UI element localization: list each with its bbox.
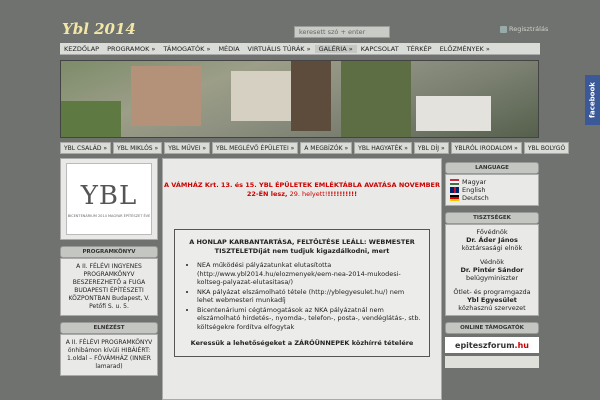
nav-history[interactable]: ELŐZMÉNYEK » <box>436 45 494 53</box>
ybl-nav: YBL CSALÁD » YBL MIKLÓS » YBL MŰVEI » YB… <box>60 142 570 154</box>
ef-logo-suffix: .hu <box>514 340 529 350</box>
patron-desc: közhasznú szervezet <box>458 304 526 312</box>
nav-virtual-tours[interactable]: VIRTUÁLIS TÚRÁK » <box>244 45 315 53</box>
nav-ybl-buildings[interactable]: YBL MEGLÉVŐ ÉPÜLETEI » <box>212 142 299 154</box>
header-banner-image <box>60 60 539 138</box>
supporters-heading: ONLINE TÁMOGATÓK <box>445 322 539 334</box>
nav-media[interactable]: MÉDIA <box>214 45 243 53</box>
nav-commissioners[interactable]: A MEGBÍZÓK » <box>300 142 353 154</box>
register-link[interactable]: Regisztrálás <box>500 25 548 33</box>
uk-flag-icon <box>450 187 459 193</box>
facebook-tab[interactable]: facebook <box>585 75 600 125</box>
epiteszforum-logo[interactable]: epiteszforum .hu <box>445 337 539 353</box>
nav-map[interactable]: TÉRKÉP <box>403 45 436 53</box>
nav-gallery[interactable]: GALÉRIA » <box>314 44 357 53</box>
lang-hungarian[interactable]: Magyar <box>450 178 534 186</box>
patron-desc: belügyminiszter <box>465 274 519 282</box>
patron-role: Fővédnök <box>476 228 508 236</box>
notice-date: 29. helyett! <box>287 190 328 198</box>
nav-ybl-miklos[interactable]: YBL MIKLÓS » <box>113 142 163 154</box>
nav-ybl-works[interactable]: YBL MŰVEI » <box>164 142 211 154</box>
list-item: Bicentenáriumi cégtámogatások az NKA pál… <box>197 306 421 332</box>
register-label: Regisztrálás <box>509 25 549 33</box>
logo-box: YBL BICENTENÁRIUM 2014 MAGYAR ÉPÍTÉSZET … <box>60 158 158 240</box>
maintenance-footer: Keressük a lehetőségeket a ZÁRÓÜNNEPEK k… <box>190 339 414 347</box>
search-input[interactable]: keresett szó + enter <box>294 26 390 38</box>
program-book-text: A II. FÉLÉVI INGYENES PROGRAMKÖNYV BESZE… <box>60 258 158 316</box>
maintenance-title: A HONLAP KARBANTARTÁSA, FELTÖLTÉSE LEÁLL… <box>189 238 415 255</box>
logo-mark: YBL <box>80 180 138 211</box>
patron-name: Ybl Egyesület <box>467 296 517 304</box>
ybl-logo[interactable]: YBL BICENTENÁRIUM 2014 MAGYAR ÉPÍTÉSZET … <box>66 163 152 235</box>
lang-label: English <box>462 186 486 194</box>
germany-flag-icon <box>450 195 459 201</box>
nav-ybl-family[interactable]: YBL CSALÁD » <box>60 142 112 154</box>
nav-ybl-prize[interactable]: YBL DÍJ » <box>413 142 449 154</box>
hungary-flag-icon <box>450 179 459 185</box>
list-item: NEA működési pályázatunkat elutasította … <box>197 261 421 287</box>
left-sidebar: YBL BICENTENÁRIUM 2014 MAGYAR ÉPÍTÉSZET … <box>60 158 158 376</box>
maintenance-box: A HONLAP KARBANTARTÁSA, FELTÖLTÉSE LEÁLL… <box>174 229 430 357</box>
notice-exclaim: !!!!!!!!!! <box>327 190 358 198</box>
patrons-list: Fővédnök Dr. Áder János köztársasági eln… <box>445 224 539 316</box>
logo-subtitle: BICENTENÁRIUM 2014 MAGYAR ÉPÍTÉSZET ÉVE <box>67 213 151 218</box>
lang-english[interactable]: English <box>450 186 534 194</box>
nav-programs[interactable]: PROGRAMOK » <box>103 45 159 53</box>
maintenance-list: NEA működési pályázatunkat elutasította … <box>197 261 421 331</box>
nav-contact[interactable]: KAPCSOLAT <box>357 45 403 53</box>
patrons-heading: TISZTSÉGEK <box>445 212 539 224</box>
lang-label: Magyar <box>462 178 487 186</box>
nav-ybl-literature[interactable]: YBLRÓL IRODALOM » <box>450 142 522 154</box>
patron-role: Ötlet- és programgazda <box>453 288 531 296</box>
patron-name: Dr. Áder János <box>466 236 518 244</box>
notice-text: A VÁMHÁZ Krt. 13. és 15. YBL ÉPÜLETEK EM… <box>163 181 441 199</box>
language-heading: LANGUAGE <box>445 162 539 174</box>
main-nav: KEZDŐLAP PROGRAMOK » TÁMOGATÓK » MÉDIA V… <box>60 43 540 55</box>
nav-ybl-legacy[interactable]: YBL HAGYATÉK » <box>354 142 412 154</box>
user-icon <box>500 25 507 33</box>
list-item: NKA pályázat elszámolható tétele (http:/… <box>197 288 421 305</box>
right-sidebar: LANGUAGE Magyar English Deutsch TISZTSÉG… <box>445 162 539 368</box>
patron-role: Védnök <box>480 258 504 266</box>
main-content: A VÁMHÁZ Krt. 13. és 15. YBL ÉPÜLETEK EM… <box>162 158 442 400</box>
nav-sponsors[interactable]: TÁMOGATÓK » <box>159 45 214 53</box>
program-book-heading: PROGRAMKÖNYV <box>60 246 158 258</box>
patron-name: Dr. Pintér Sándor <box>460 266 524 274</box>
erratum-heading: ELNÉZÉST <box>60 322 158 334</box>
supporter-logo[interactable] <box>445 356 539 368</box>
nav-ybl-planet[interactable]: YBL BOLYGÓ <box>523 142 570 154</box>
ef-logo-text: epiteszforum <box>455 340 515 350</box>
nav-home[interactable]: KEZDŐLAP <box>60 45 103 53</box>
lang-label: Deutsch <box>462 194 489 202</box>
patron-desc: köztársasági elnök <box>461 244 523 252</box>
erratum-text: A II. FÉLÉVI PROGRAMKÖNYV önhibámon kívü… <box>60 334 158 376</box>
site-title[interactable]: Ybl 2014 <box>62 20 136 38</box>
language-list: Magyar English Deutsch <box>445 174 539 206</box>
lang-german[interactable]: Deutsch <box>450 194 534 202</box>
